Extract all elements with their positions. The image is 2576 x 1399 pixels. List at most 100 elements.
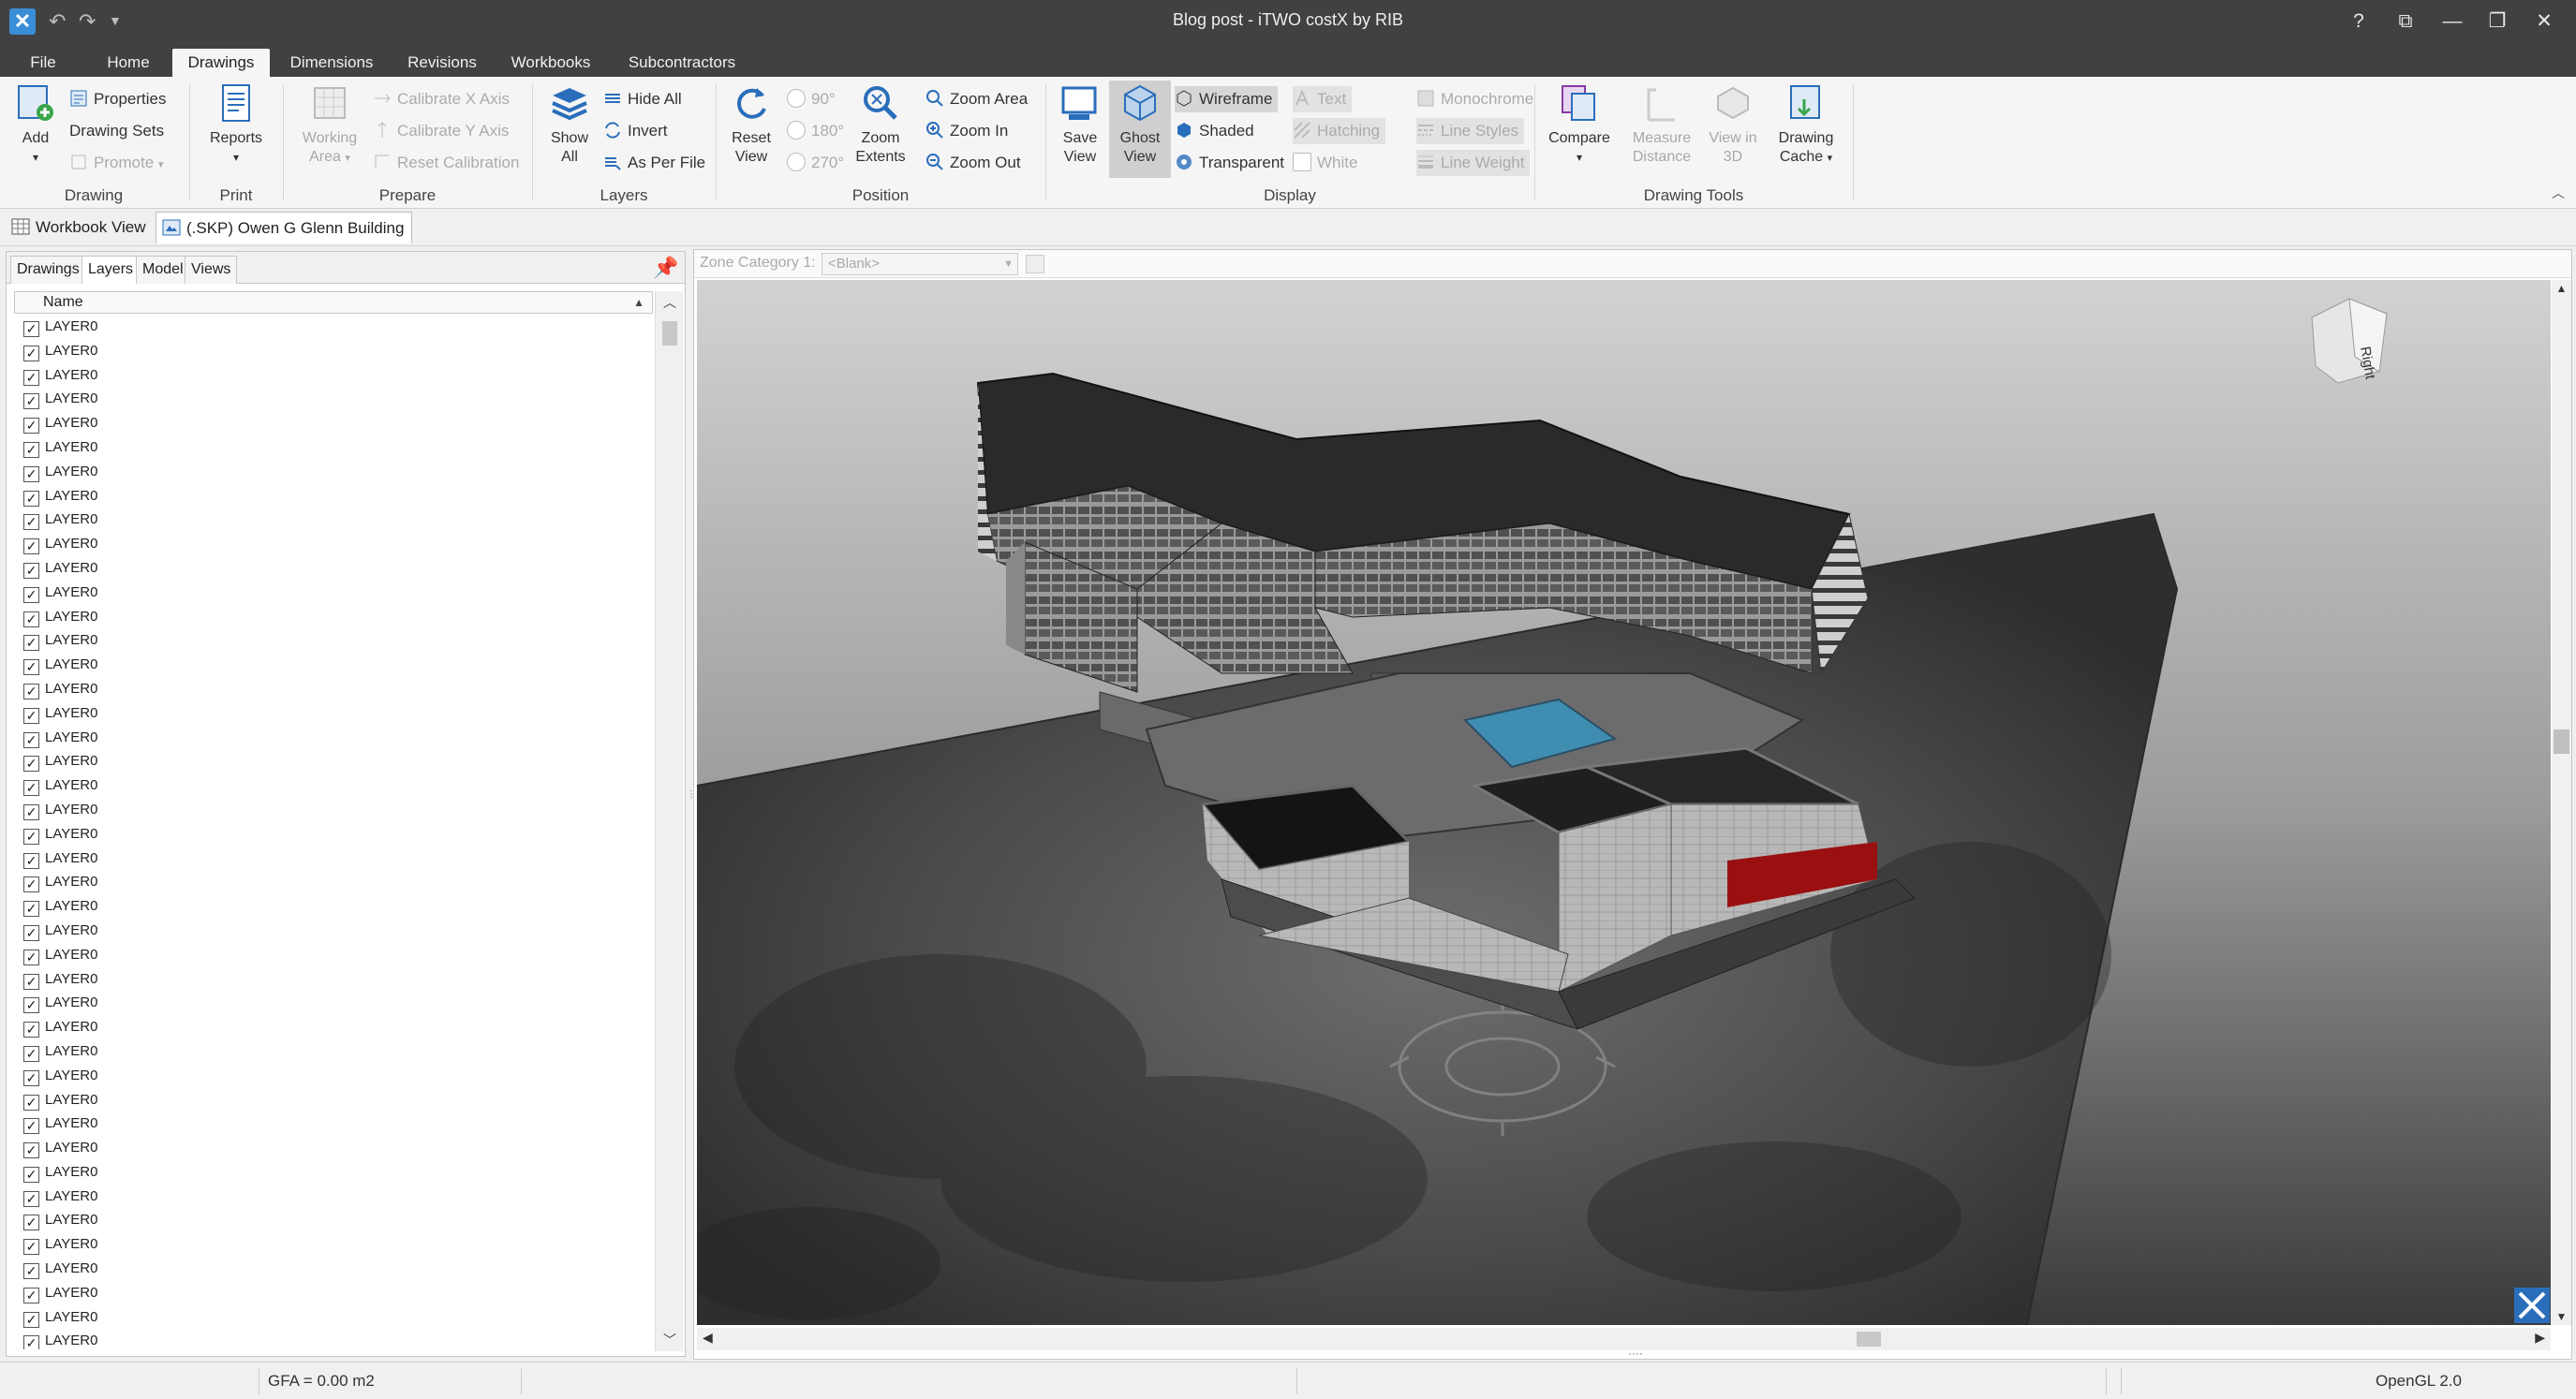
layer-row[interactable]: ✓ LAYER0	[14, 1136, 653, 1160]
layer-visibility-checkbox[interactable]: ✓	[23, 1118, 39, 1135]
reset-view-button[interactable]: Reset View	[723, 82, 779, 167]
layer-visibility-checkbox[interactable]: ✓	[23, 780, 39, 797]
layer-row[interactable]: ✓ LAYER0	[14, 847, 653, 871]
layer-row[interactable]: ✓ LAYER0	[14, 460, 653, 484]
layer-visibility-checkbox[interactable]: ✓	[23, 924, 39, 941]
layer-visibility-checkbox[interactable]: ✓	[23, 901, 39, 918]
layer-visibility-checkbox[interactable]: ✓	[23, 1166, 39, 1183]
zoom-extents-button[interactable]: Zoom Extents	[851, 82, 910, 167]
3d-model-render[interactable]: Right	[697, 280, 2551, 1325]
view-cube[interactable]: Right	[2311, 298, 2388, 384]
scroll-right-icon[interactable]: ▶	[2535, 1330, 2545, 1346]
layer-row[interactable]: ✓ LAYER0	[14, 1232, 653, 1257]
layer-row[interactable]: ✓ LAYER0	[14, 1281, 653, 1305]
scroll-down-icon[interactable]: ▼	[2552, 1310, 2571, 1323]
layer-row[interactable]: ✓ LAYER0	[14, 1329, 653, 1349]
layer-visibility-checkbox[interactable]: ✓	[23, 635, 39, 652]
layer-visibility-checkbox[interactable]: ✓	[23, 538, 39, 555]
fit-view-corner-icon[interactable]	[2514, 1288, 2550, 1323]
layer-row[interactable]: ✓ LAYER0	[14, 484, 653, 508]
rotate-180-radio[interactable]: 180°	[787, 118, 844, 144]
layer-row[interactable]: ✓ LAYER0	[14, 1160, 653, 1185]
layer-row[interactable]: ✓ LAYER0	[14, 363, 653, 388]
layer-visibility-checkbox[interactable]: ✓	[23, 1190, 39, 1207]
layer-row[interactable]: ✓ LAYER0	[14, 508, 653, 532]
scroll-left-icon[interactable]: ◀	[703, 1330, 713, 1346]
layer-visibility-checkbox[interactable]: ✓	[23, 756, 39, 773]
scroll-down-icon[interactable]: ﹀	[656, 1331, 684, 1349]
drawing-cache-button[interactable]: Drawing Cache ▾	[1769, 82, 1843, 168]
layer-row[interactable]: ✓ LAYER0	[14, 387, 653, 411]
layers-list-header[interactable]: Name ▲	[14, 291, 653, 314]
layer-visibility-checkbox[interactable]: ✓	[23, 490, 39, 507]
add-button[interactable]: Add ▾	[7, 82, 64, 167]
collapse-ribbon-icon[interactable]: ︿	[2552, 184, 2565, 202]
layer-visibility-checkbox[interactable]: ✓	[23, 514, 39, 531]
help-button[interactable]: ?	[2340, 6, 2377, 37]
layer-visibility-checkbox[interactable]: ✓	[23, 683, 39, 700]
layer-visibility-checkbox[interactable]: ✓	[23, 369, 39, 386]
tab-subcontractors[interactable]: Subcontractors	[618, 49, 746, 77]
layer-row[interactable]: ✓ LAYER0	[14, 701, 653, 726]
tab-workbook-view[interactable]: Workbook View	[6, 212, 153, 243]
measure-distance-button[interactable]: Measure Distance	[1624, 82, 1699, 167]
layer-row[interactable]: ✓ LAYER0	[14, 1257, 653, 1281]
layers-list-scrollbar[interactable]: ︿ ﹀	[655, 291, 683, 1351]
layer-row[interactable]: ✓ LAYER0	[14, 556, 653, 581]
layer-row[interactable]: ✓ LAYER0	[14, 1064, 653, 1088]
3d-viewport[interactable]: Right	[697, 280, 2551, 1325]
splitter-grip[interactable]: ····	[1621, 1347, 1650, 1359]
transparent-button[interactable]: Transparent	[1175, 150, 1284, 176]
close-button[interactable]: ✕	[2525, 6, 2563, 37]
rotate-90-radio[interactable]: 90°	[787, 86, 836, 112]
layer-visibility-checkbox[interactable]: ✓	[23, 659, 39, 676]
layer-row[interactable]: ✓ LAYER0	[14, 653, 653, 677]
layer-row[interactable]: ✓ LAYER0	[14, 435, 653, 460]
panel-splitter-grip[interactable]: ⋮	[687, 790, 696, 811]
layer-row[interactable]: ✓ LAYER0	[14, 411, 653, 435]
layer-row[interactable]: ✓ LAYER0	[14, 605, 653, 629]
layer-visibility-checkbox[interactable]: ✓	[23, 586, 39, 603]
layer-visibility-checkbox[interactable]: ✓	[23, 1022, 39, 1038]
ghost-view-button[interactable]: Ghost View	[1111, 82, 1169, 167]
layer-visibility-checkbox[interactable]: ✓	[23, 562, 39, 579]
layer-row[interactable]: ✓ LAYER0	[14, 1208, 653, 1232]
layer-row[interactable]: ✓ LAYER0	[14, 870, 653, 894]
layer-visibility-checkbox[interactable]: ✓	[23, 465, 39, 482]
tab-drawings[interactable]: Drawings	[172, 49, 270, 77]
tab-dimensions[interactable]: Dimensions	[281, 49, 382, 77]
tab-revisions[interactable]: Revisions	[397, 49, 487, 77]
text-toggle[interactable]: Text	[1293, 86, 1353, 112]
layer-visibility-checkbox[interactable]: ✓	[23, 611, 39, 627]
reset-calibration-button[interactable]: Reset Calibration	[373, 150, 519, 176]
pin-icon[interactable]: 📌	[653, 256, 678, 280]
zoom-in-button[interactable]: Zoom In	[925, 118, 1008, 144]
tab-drawings-panel[interactable]: Drawings	[10, 256, 86, 284]
viewer-vertical-scrollbar[interactable]: ▲ ▼	[2552, 280, 2571, 1325]
layer-row[interactable]: ✓ LAYER0	[14, 749, 653, 773]
name-column-header[interactable]: Name	[43, 292, 83, 313]
zone-filter-icon[interactable]	[1026, 255, 1044, 273]
monochrome-toggle[interactable]: Monochrome	[1416, 86, 1533, 112]
restore-layout-button[interactable]: ⧉	[2387, 6, 2424, 37]
zoom-area-button[interactable]: Zoom Area	[925, 86, 1028, 112]
save-view-button[interactable]: Save View	[1053, 82, 1107, 167]
working-area-button[interactable]: Working Area ▾	[294, 82, 365, 168]
scroll-thumb[interactable]	[1857, 1332, 1881, 1347]
layer-visibility-checkbox[interactable]: ✓	[23, 731, 39, 748]
layer-visibility-checkbox[interactable]: ✓	[23, 418, 39, 434]
layer-visibility-checkbox[interactable]: ✓	[23, 321, 39, 337]
layer-visibility-checkbox[interactable]: ✓	[23, 1215, 39, 1231]
tab-drawing-owen-glenn[interactable]: (.SKP) Owen G Glenn Building	[155, 212, 413, 243]
wireframe-button[interactable]: Wireframe	[1175, 86, 1279, 112]
layer-row[interactable]: ✓ LAYER0	[14, 532, 653, 556]
layer-row[interactable]: ✓ LAYER0	[14, 628, 653, 653]
properties-button[interactable]: Properties	[69, 86, 166, 112]
layer-visibility-checkbox[interactable]: ✓	[23, 1335, 39, 1349]
tab-file[interactable]: File	[19, 49, 67, 77]
layer-row[interactable]: ✓ LAYER0	[14, 991, 653, 1015]
compare-button[interactable]: Compare ▾	[1542, 82, 1617, 167]
layer-visibility-checkbox[interactable]: ✓	[23, 828, 39, 845]
layer-row[interactable]: ✓ LAYER0	[14, 1185, 653, 1209]
layer-row[interactable]: ✓ LAYER0	[14, 773, 653, 798]
